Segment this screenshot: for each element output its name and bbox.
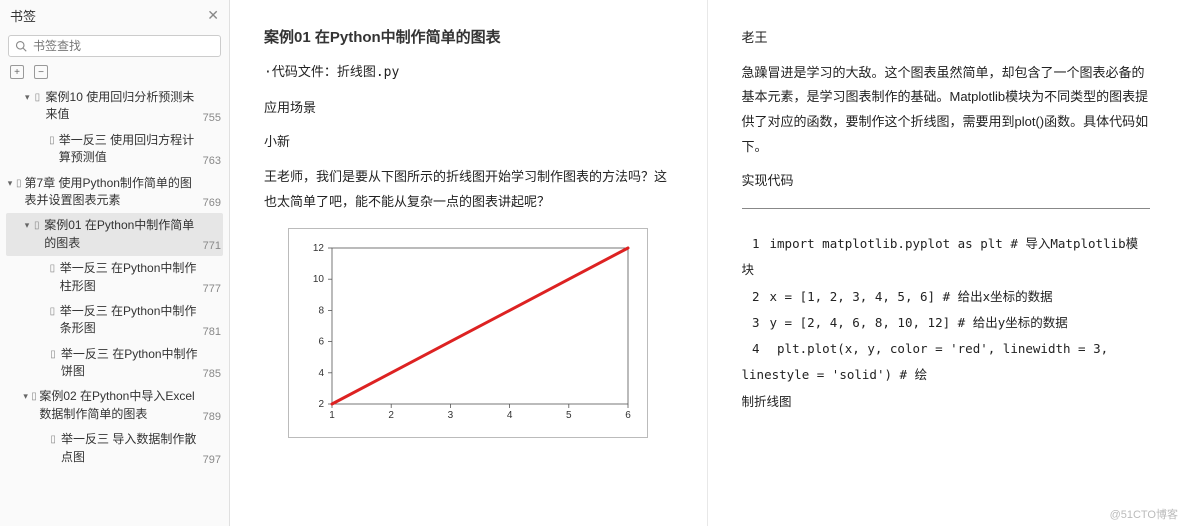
impl-label: 实现代码	[742, 169, 1151, 194]
code-line: 2x = [1, 2, 3, 4, 5, 6] # 给出x坐标的数据	[742, 284, 1151, 310]
divider	[742, 208, 1151, 209]
bookmark-label: 案例10 使用回归分析预测未来值	[46, 89, 199, 124]
page-right: 老王 急躁冒进是学习的大敌。这个图表虽然简单，却包含了一个图表必备的基本元素，是…	[707, 0, 1184, 526]
svg-text:6: 6	[625, 410, 631, 421]
bookmark-label: 举一反三 在Python中制作条形图	[60, 303, 199, 338]
document-view: 案例01 在Python中制作简单的图表 ·代码文件：折线图.py 应用场景 小…	[230, 0, 1184, 526]
bookmark-icon: ▯	[50, 348, 59, 363]
bookmark-label: 第7章 使用Python制作简单的图表并设置图表元素	[25, 175, 199, 210]
dialogue-laowang: 急躁冒进是学习的大敌。这个图表虽然简单，却包含了一个图表必备的基本元素，是学习图…	[742, 61, 1151, 160]
bookmark-label: 举一反三 使用回归方程计算预测值	[59, 132, 199, 167]
sidebar-header: 书签 ✕	[0, 0, 229, 31]
svg-text:4: 4	[319, 368, 325, 379]
bookmark-icon: ▯	[50, 305, 58, 320]
page-title: 案例01 在Python中制作简单的图表	[264, 26, 673, 47]
bookmark-icon: ▯	[35, 91, 44, 106]
collapse-all-icon[interactable]: −	[34, 65, 48, 79]
sidebar-tools: + −	[0, 61, 229, 85]
code-line: 4 plt.plot(x, y, color = 'red', linewidt…	[742, 336, 1151, 389]
svg-text:10: 10	[313, 275, 325, 286]
svg-text:2: 2	[319, 399, 325, 410]
svg-text:3: 3	[448, 410, 454, 421]
svg-text:8: 8	[319, 306, 325, 317]
dialogue-xiaoxin: 王老师，我们是要从下图所示的折线图开始学习制作图表的方法吗？这也太简单了吧，能不…	[264, 165, 673, 214]
close-icon[interactable]: ✕	[207, 7, 219, 24]
svg-text:5: 5	[566, 410, 572, 421]
page-left: 案例01 在Python中制作简单的图表 ·代码文件：折线图.py 应用场景 小…	[230, 0, 707, 526]
svg-text:1: 1	[329, 410, 335, 421]
bookmark-label: 案例02 在Python中导入Excel数据制作简单的图表	[39, 388, 198, 423]
code-block: 1import matplotlib.pyplot as plt # 导入Mat…	[742, 231, 1151, 415]
line-chart: 12345624681012	[298, 238, 638, 428]
bookmark-label: 举一反三 导入数据制作散点图	[61, 431, 199, 466]
bookmarks-sidebar: 书签 ✕ + − ▾▯案例10 使用回归分析预测未来值755▯举一反三 使用回归…	[0, 0, 230, 526]
page-number: 781	[199, 326, 221, 338]
page-number: 777	[199, 283, 221, 295]
bookmark-label: 举一反三 在Python中制作饼图	[61, 346, 199, 381]
page-number: 771	[199, 240, 221, 252]
bookmark-item[interactable]: ▯举一反三 使用回归方程计算预测值763	[6, 128, 223, 171]
search-icon	[15, 40, 27, 52]
bookmark-item[interactable]: ▾▯案例10 使用回归分析预测未来值755	[6, 85, 223, 128]
bookmark-label: 案例01 在Python中制作简单的图表	[44, 217, 198, 252]
svg-text:6: 6	[319, 337, 325, 348]
svg-text:2: 2	[389, 410, 395, 421]
page-number: 785	[199, 368, 221, 380]
bookmark-icon: ▯	[34, 219, 42, 234]
chart-frame: 12345624681012	[288, 228, 648, 438]
expand-all-icon[interactable]: +	[10, 65, 24, 79]
code-line: 3y = [2, 4, 6, 8, 10, 12] # 给出y坐标的数据	[742, 310, 1151, 336]
chevron-down-icon[interactable]: ▾	[22, 219, 32, 232]
bookmark-icon: ▯	[31, 390, 37, 405]
code-tail: 制折线图	[742, 389, 1151, 415]
page-number: 763	[199, 155, 221, 167]
search-box[interactable]	[8, 35, 221, 57]
code-line: 1import matplotlib.pyplot as plt # 导入Mat…	[742, 231, 1151, 284]
speaker-xiaoxin: 小新	[264, 130, 673, 155]
bookmark-icon: ▯	[50, 262, 58, 277]
bookmark-icon: ▯	[50, 433, 59, 448]
bookmark-label: 举一反三 在Python中制作柱形图	[60, 260, 199, 295]
chevron-down-icon[interactable]: ▾	[22, 390, 29, 403]
page-number: 797	[199, 454, 221, 466]
bookmark-item[interactable]: ▯举一反三 在Python中制作柱形图777	[6, 256, 223, 299]
bookmark-icon: ▯	[49, 134, 57, 149]
sidebar-title: 书签	[10, 6, 36, 25]
bookmark-tree[interactable]: ▾▯案例10 使用回归分析预测未来值755▯举一反三 使用回归方程计算预测值76…	[0, 85, 229, 526]
code-file-line: ·代码文件：折线图.py	[264, 61, 673, 86]
page-number: 789	[199, 411, 221, 423]
chevron-down-icon[interactable]: ▾	[6, 177, 14, 190]
chevron-down-icon[interactable]: ▾	[22, 91, 33, 104]
speaker-laowang: 老王	[742, 26, 1151, 51]
bookmark-item[interactable]: ▾▯案例02 在Python中导入Excel数据制作简单的图表789	[6, 384, 223, 427]
watermark: @51CTO博客	[1110, 506, 1178, 522]
search-input[interactable]	[33, 39, 214, 53]
svg-text:12: 12	[313, 243, 325, 254]
bookmark-item[interactable]: ▯举一反三 在Python中制作饼图785	[6, 342, 223, 385]
bookmark-item[interactable]: ▯举一反三 导入数据制作散点图797	[6, 427, 223, 470]
page-number: 769	[199, 197, 221, 209]
scene-label: 应用场景	[264, 96, 673, 121]
bookmark-item[interactable]: ▯举一反三 在Python中制作条形图781	[6, 299, 223, 342]
svg-text:4: 4	[507, 410, 513, 421]
page-number: 755	[199, 112, 221, 124]
bookmark-item[interactable]: ▾▯第7章 使用Python制作简单的图表并设置图表元素769	[6, 171, 223, 214]
bookmark-item[interactable]: ▾▯案例01 在Python中制作简单的图表771	[6, 213, 223, 256]
bookmark-icon: ▯	[16, 177, 23, 192]
